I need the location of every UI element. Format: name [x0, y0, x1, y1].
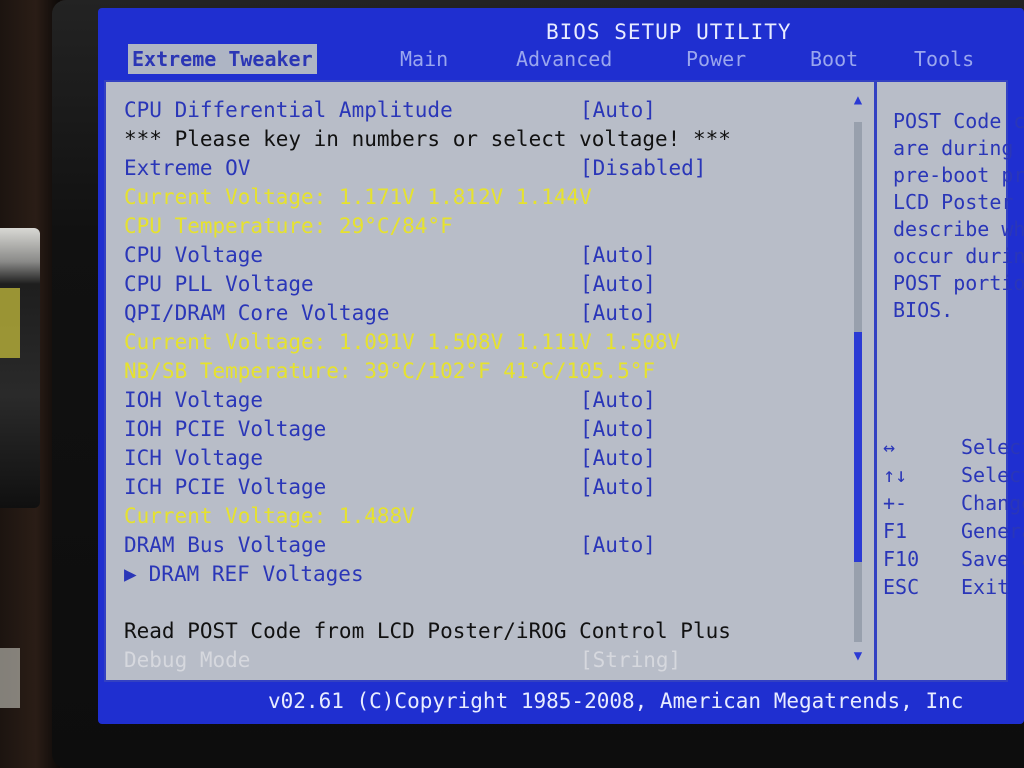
copyright-footer: v02.61 (C)Copyright 1985-2008, American …: [268, 689, 964, 713]
help-panel: POST Code c are during pre-boot pr LCD P…: [874, 82, 1024, 680]
readout-cpu-temperature: CPU Temperature: 29°C/84°F: [124, 214, 453, 238]
readout-current-voltage-qpi: Current Voltage: 1.091V 1.508V 1.111V 1.…: [124, 330, 681, 354]
key-legend-item: +-Change: [883, 491, 1024, 515]
help-text-line: LCD Poster: [893, 190, 1014, 214]
key-f1: F1: [883, 519, 908, 543]
scroll-thumb[interactable]: [854, 332, 862, 562]
readout-nb-sb-temperature: NB/SB Temperature: 39°C/102°F 41°C/105.5…: [124, 359, 656, 383]
key-esc: ESC: [883, 575, 920, 599]
device-sticker: [0, 288, 20, 358]
tab-tools[interactable]: Tools: [914, 44, 974, 74]
settings-panel: CPU Differential Amplitude [Auto] *** Ple…: [104, 80, 1024, 682]
setting-value[interactable]: [Auto]: [580, 531, 656, 559]
scroll-down-icon[interactable]: ▼: [850, 648, 866, 664]
setting-debug-mode: Debug Mode [String]: [124, 648, 682, 672]
desk-device: [0, 228, 40, 708]
setting-value[interactable]: [Auto]: [580, 415, 656, 443]
key-legend-item: ↔Select: [883, 435, 1024, 459]
scrollbar[interactable]: ▲ ▼: [850, 92, 866, 672]
help-text-line: BIOS.: [893, 298, 954, 322]
help-text-line: describe wh: [893, 217, 1024, 241]
key-f10: F10: [883, 547, 920, 571]
tab-power[interactable]: Power: [686, 44, 746, 74]
help-text-line: POST Code c: [893, 109, 1024, 133]
tab-boot[interactable]: Boot: [810, 44, 858, 74]
setting-ioh-pcie-voltage[interactable]: IOH PCIE Voltage [Auto]: [124, 415, 656, 443]
readout-current-voltage-ich: Current Voltage: 1.488V: [124, 504, 415, 528]
tab-advanced[interactable]: Advanced: [516, 44, 612, 74]
key-arrows-lr-icon: ↔: [883, 435, 896, 459]
setting-value[interactable]: [Auto]: [580, 299, 656, 327]
submenu-dram-ref-voltages[interactable]: ▶ DRAM REF Voltages: [124, 560, 364, 588]
setting-value[interactable]: [Auto]: [580, 270, 656, 298]
bios-screen: BIOS SETUP UTILITY Extreme Tweaker Main …: [98, 8, 1024, 724]
title-bar: BIOS SETUP UTILITY: [98, 8, 1024, 44]
tab-bar: Extreme Tweaker Main Advanced Power Boot…: [98, 44, 1024, 78]
help-text-line: occur durin: [893, 244, 1024, 268]
setting-value[interactable]: [Auto]: [580, 241, 656, 269]
key-plus-minus: +-: [883, 491, 908, 515]
setting-value: [String]: [580, 648, 682, 672]
key-legend-item: F1Genera: [883, 519, 1024, 543]
setting-ich-pcie-voltage[interactable]: ICH PCIE Voltage [Auto]: [124, 473, 656, 501]
setting-value[interactable]: [Auto]: [580, 386, 656, 414]
setting-value[interactable]: [Auto]: [580, 444, 656, 472]
setting-dram-bus-voltage[interactable]: DRAM Bus Voltage [Auto]: [124, 531, 656, 559]
readout-current-voltage-cpu: Current Voltage: 1.171V 1.812V 1.144V: [124, 185, 592, 209]
setting-extreme-ov[interactable]: Extreme OV [Disabled]: [124, 154, 706, 182]
setting-ioh-voltage[interactable]: IOH Voltage [Auto]: [124, 386, 656, 414]
setting-value[interactable]: [Auto]: [580, 96, 656, 124]
bios-title: BIOS SETUP UTILITY: [546, 20, 792, 44]
help-text-line: pre-boot pr: [893, 163, 1024, 187]
help-text-line: are during: [893, 136, 1014, 160]
scroll-up-icon[interactable]: ▲: [850, 92, 866, 108]
setting-read-post-code[interactable]: Read POST Code from LCD Poster/iROG Cont…: [124, 617, 731, 645]
setting-cpu-differential-amplitude[interactable]: CPU Differential Amplitude [Auto]: [124, 96, 656, 124]
voltage-instruction: *** Please key in numbers or select volt…: [124, 127, 731, 151]
tab-main[interactable]: Main: [400, 44, 448, 74]
setting-value[interactable]: [Disabled]: [580, 154, 706, 182]
setting-qpi-dram-core-voltage[interactable]: QPI/DRAM Core Voltage [Auto]: [124, 299, 656, 327]
settings-list: CPU Differential Amplitude [Auto] *** Ple…: [106, 82, 870, 680]
device-sticker-2: [0, 648, 20, 708]
key-legend-item: ESC Exit: [883, 575, 1010, 599]
help-text-line: POST portio: [893, 271, 1024, 295]
submenu-arrow-icon: ▶: [124, 562, 137, 586]
setting-cpu-voltage[interactable]: CPU Voltage [Auto]: [124, 241, 656, 269]
setting-value[interactable]: [Auto]: [580, 473, 656, 501]
setting-cpu-pll-voltage[interactable]: CPU PLL Voltage [Auto]: [124, 270, 656, 298]
key-legend-item: F10Save a: [883, 547, 1024, 571]
tab-extreme-tweaker[interactable]: Extreme Tweaker: [128, 44, 317, 74]
key-legend-item: ↑↓Select: [883, 463, 1024, 487]
setting-ich-voltage[interactable]: ICH Voltage [Auto]: [124, 444, 656, 472]
key-arrows-ud-icon: ↑↓: [883, 463, 908, 487]
